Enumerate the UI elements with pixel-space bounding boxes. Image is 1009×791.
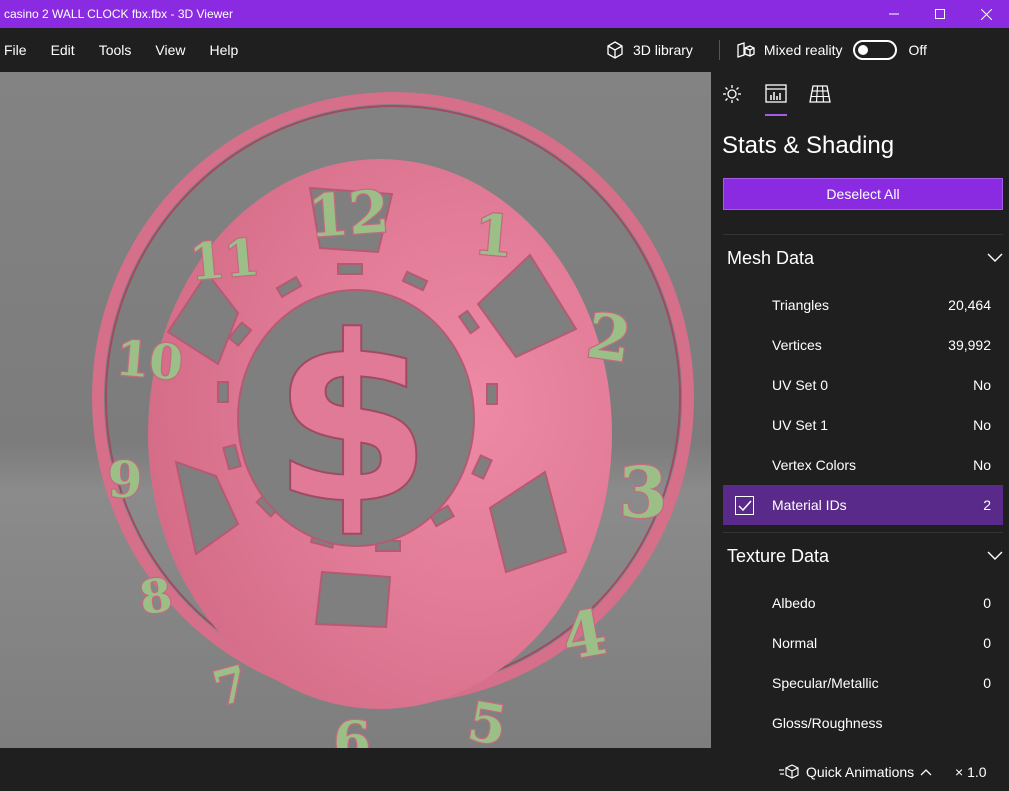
row-value: No [973, 417, 991, 433]
mixed-reality-icon [737, 42, 755, 58]
divider [723, 234, 1003, 235]
material-ids-checkbox[interactable] [735, 496, 754, 515]
chevron-down-icon [987, 551, 1003, 560]
row-value: No [973, 377, 991, 393]
row-label: Material IDs [772, 497, 847, 513]
sun-icon [723, 85, 741, 103]
row-value: 0 [983, 635, 991, 651]
mesh-data-title: Mesh Data [727, 247, 815, 268]
menu-edit[interactable]: Edit [51, 42, 99, 58]
mesh-row-vertex-colors: Vertex Colors No [723, 445, 1003, 485]
texture-row-specular-metallic: Specular/Metallic 0 [723, 663, 1003, 703]
divider [723, 532, 1003, 533]
cube-icon [607, 41, 623, 59]
animation-speed[interactable]: × 1.0 [955, 764, 987, 780]
panel-title: Stats & Shading [722, 132, 895, 159]
maximize-icon [935, 9, 945, 19]
texture-row-normal: Normal 0 [723, 623, 1003, 663]
grid-icon [809, 85, 831, 103]
deselect-all-button[interactable]: Deselect All [723, 178, 1003, 210]
maximize-button[interactable] [917, 0, 963, 28]
mesh-row-vertices: Vertices 39,992 [723, 325, 1003, 365]
mesh-row-uv-set-0: UV Set 0 No [723, 365, 1003, 405]
texture-data-header[interactable]: Texture Data [727, 540, 1003, 572]
tab-stats[interactable] [765, 84, 787, 116]
3d-library-button[interactable]: 3D library [605, 40, 693, 60]
row-label: Triangles [772, 297, 830, 313]
texture-data-title: Texture Data [727, 545, 830, 566]
row-label: UV Set 0 [772, 377, 829, 393]
menu-file[interactable]: File [0, 42, 51, 58]
menu-separator [718, 40, 720, 60]
quick-animations-label: Quick Animations [806, 764, 915, 780]
quick-animations-button[interactable]: Quick Animations [778, 764, 932, 780]
toggle-state-label: Off [908, 42, 927, 58]
row-value: 0 [983, 675, 991, 691]
chevron-down-icon [987, 253, 1003, 262]
clock-numeral-8: 8 [136, 567, 175, 625]
clock-numeral-5: 5 [463, 689, 511, 748]
toggle-knob [857, 45, 868, 55]
chevron-up-icon [920, 769, 932, 776]
row-label: Normal [772, 635, 818, 651]
mesh-data-header[interactable]: Mesh Data [727, 242, 1003, 274]
mixed-reality-toggle[interactable] [852, 40, 897, 60]
row-value: 0 [983, 595, 991, 611]
row-label: Vertex Colors [772, 457, 857, 473]
title-bar: casino 2 WALL CLOCK fbx.fbx - 3D Viewer [0, 0, 1009, 28]
animation-cube-icon [779, 764, 799, 779]
mesh-row-uv-set-1: UV Set 1 No [723, 405, 1003, 445]
row-label: Vertices [772, 337, 822, 353]
row-label: Specular/Metallic [772, 675, 879, 691]
menu-help[interactable]: Help [209, 42, 262, 58]
mesh-row-material-ids[interactable]: Material IDs 2 [723, 485, 1003, 525]
texture-row-albedo: Albedo 0 [723, 583, 1003, 623]
clock-numeral-12: 12 [306, 177, 391, 250]
mixed-reality-label: Mixed reality [763, 42, 843, 58]
menu-tools[interactable]: Tools [99, 42, 156, 58]
menu-bar: File Edit Tools View Help 3D library Mix… [0, 28, 1009, 72]
window-title: casino 2 WALL CLOCK fbx.fbx - 3D Viewer [4, 7, 233, 21]
texture-row-gloss-roughness: Gloss/Roughness [723, 703, 1003, 743]
row-label: Gloss/Roughness [772, 715, 883, 731]
row-value: 20,464 [948, 297, 991, 313]
clock-numeral-1: 1 [471, 201, 516, 270]
clock-numeral-3: 3 [619, 451, 668, 534]
minimize-icon [889, 13, 899, 15]
bottom-bar: Quick Animations × 1.0 [0, 748, 1009, 791]
clock-numeral-11: 11 [187, 227, 261, 292]
close-icon [980, 8, 992, 20]
row-value: 39,992 [948, 337, 991, 353]
clock-numeral-2: 2 [583, 299, 636, 377]
tab-lighting[interactable] [721, 84, 743, 108]
clock-numeral-10: 10 [114, 330, 185, 392]
minimize-button[interactable] [871, 0, 917, 28]
stats-chart-icon [765, 84, 787, 103]
menu-view[interactable]: View [155, 42, 209, 58]
mixed-reality-button[interactable]: Mixed reality [736, 40, 843, 60]
clock-numeral-9: 9 [108, 450, 143, 509]
clock-numeral-6: 6 [333, 709, 371, 748]
row-value: No [973, 457, 991, 473]
mesh-row-triangles: Triangles 20,464 [723, 285, 1003, 325]
row-label: Albedo [772, 595, 816, 611]
row-value: 2 [983, 497, 991, 513]
close-button[interactable] [963, 0, 1009, 28]
row-label: UV Set 1 [772, 417, 829, 433]
3d-viewport[interactable]: $ 12 1 2 3 4 5 6 7 8 9 10 11 [0, 72, 711, 748]
checkmark-icon [737, 500, 752, 511]
stats-panel: Stats & Shading Deselect All Mesh Data T… [711, 72, 1009, 748]
tab-grid[interactable] [809, 84, 831, 108]
dollar-symbol: $ [272, 288, 432, 555]
clock-model[interactable]: $ 12 1234567891011 [0, 72, 711, 748]
3d-library-label: 3D library [633, 42, 693, 58]
